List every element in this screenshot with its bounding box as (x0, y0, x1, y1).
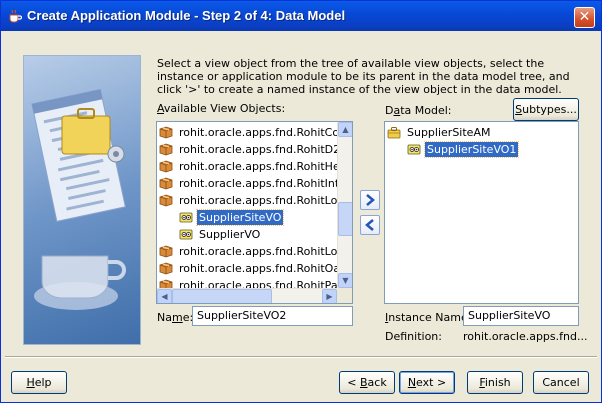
tree-node[interactable]: SupplierSiteVO1 (407, 141, 520, 158)
scroll-thumb[interactable] (338, 202, 352, 236)
finish-button[interactable]: Finish (467, 371, 523, 394)
remove-from-data-model-button[interactable] (360, 215, 380, 235)
coffee-cup-icon (9, 9, 23, 23)
tree-node[interactable]: rohit.oracle.apps.fnd.RohitColorS (159, 124, 337, 141)
arrow-right-icon: ▶ (326, 292, 333, 301)
scroll-up-button[interactable]: ▲ (338, 122, 352, 137)
footer-separator (5, 356, 597, 358)
package-icon (159, 177, 173, 190)
package-icon (159, 245, 173, 258)
definition-value: rohit.oracle.apps.fnd... (463, 330, 588, 343)
package-icon (159, 126, 173, 139)
package-icon (159, 160, 173, 173)
close-button[interactable]: ✕ (574, 7, 595, 28)
view-object-icon (407, 144, 421, 155)
available-view-objects-label: Available View Objects: (157, 102, 286, 115)
package-icon (159, 143, 173, 156)
package-icon (159, 194, 173, 207)
tree-node[interactable]: rohit.oracle.apps.fnd.RohitD2KFc (159, 141, 337, 158)
tree-node-label: rohit.oracle.apps.fnd.RohitLovCr (179, 194, 337, 207)
tree-node[interactable]: rohit.oracle.apps.fnd.RohitPacka (159, 277, 337, 288)
available-horizontal-scrollbar[interactable]: ◀ ▶ (157, 288, 337, 303)
name-input[interactable]: SupplierSiteVO2 (192, 306, 353, 326)
arrow-up-icon: ▲ (342, 125, 349, 134)
package-icon (159, 279, 173, 288)
instance-name-label: Instance Name: (385, 311, 472, 324)
cancel-button[interactable]: Cancel (533, 371, 589, 394)
tree-node-label: rohit.oracle.apps.fnd.RohitColorS (179, 126, 337, 139)
instructions-text: Select a view object from the tree of av… (157, 57, 570, 96)
available-vertical-scrollbar[interactable]: ▲ ▼ (337, 122, 352, 288)
package-icon (159, 262, 173, 275)
tree-node[interactable]: rohit.oracle.apps.fnd.RohitLovCr (159, 192, 337, 209)
definition-label: Definition: (385, 330, 442, 343)
scroll-down-button[interactable]: ▼ (338, 273, 352, 288)
arrow-right-icon (366, 194, 375, 206)
available-view-objects-tree[interactable]: rohit.oracle.apps.fnd.RohitColorS rohit.o… (156, 121, 353, 304)
tree-node-label: SupplierVO (199, 228, 261, 241)
instance-name-input[interactable]: SupplierSiteVO (463, 306, 579, 326)
tree-node-label: rohit.oracle.apps.fnd.RohitOafCc (179, 262, 337, 275)
tree-node-label: SupplierSiteVO1 (423, 141, 520, 158)
arrow-down-icon: ▼ (342, 276, 349, 285)
data-model-tree[interactable]: SupplierSiteAM SupplierSiteVO1 (384, 121, 579, 304)
view-object-icon (179, 229, 193, 240)
tree-node-label: rohit.oracle.apps.fnd.RohitLovCr (179, 245, 337, 258)
dialog-window: Create Application Module - Step 2 of 4:… (0, 0, 602, 403)
tree-node[interactable]: rohit.oracle.apps.fnd.RohitIntegr (159, 175, 337, 192)
title-bar[interactable]: Create Application Module - Step 2 of 4:… (1, 1, 601, 31)
wizard-side-illustration (23, 55, 141, 345)
tree-node[interactable]: rohit.oracle.apps.fnd.RohitOafCc (159, 260, 337, 277)
arrow-left-icon: ◀ (161, 292, 168, 301)
name-label: Name: (157, 311, 194, 324)
arrow-left-icon (365, 219, 374, 231)
tree-node-label: rohit.oracle.apps.fnd.RohitHelloV (179, 160, 337, 173)
tree-node[interactable]: SupplierSiteVO (179, 209, 285, 226)
next-button[interactable]: Next > (399, 371, 455, 394)
close-icon: ✕ (578, 9, 591, 25)
tree-node[interactable]: rohit.oracle.apps.fnd.RohitLovCr (159, 243, 337, 260)
tree-node[interactable]: SupplierVO (179, 226, 262, 243)
data-model-label: Data Model: (385, 104, 452, 117)
tree-node-label: SupplierSiteVO (195, 209, 285, 226)
horizontal-scroll-thumb[interactable] (172, 289, 272, 303)
scroll-right-button[interactable]: ▶ (322, 289, 337, 303)
tree-node-label: rohit.oracle.apps.fnd.RohitIntegr (179, 177, 337, 190)
help-button[interactable]: Help (11, 371, 67, 394)
add-to-data-model-button[interactable] (360, 190, 380, 210)
tree-node[interactable]: SupplierSiteAM (387, 124, 492, 141)
back-button[interactable]: < Back (339, 371, 395, 394)
tree-node-label: rohit.oracle.apps.fnd.RohitD2KFc (179, 143, 337, 156)
scroll-left-button[interactable]: ◀ (157, 289, 172, 303)
tree-node[interactable]: rohit.oracle.apps.fnd.RohitHelloV (159, 158, 337, 175)
wizard-illustration-graphic (31, 88, 126, 310)
window-title: Create Application Module - Step 2 of 4:… (27, 8, 346, 23)
application-module-icon (387, 127, 401, 139)
subtypes-button[interactable]: Subtypes... (513, 98, 579, 121)
tree-node-label: SupplierSiteAM (407, 126, 491, 139)
view-object-icon (179, 212, 193, 223)
tree-node-label: rohit.oracle.apps.fnd.RohitPacka (179, 279, 337, 288)
scroll-corner (337, 288, 352, 303)
